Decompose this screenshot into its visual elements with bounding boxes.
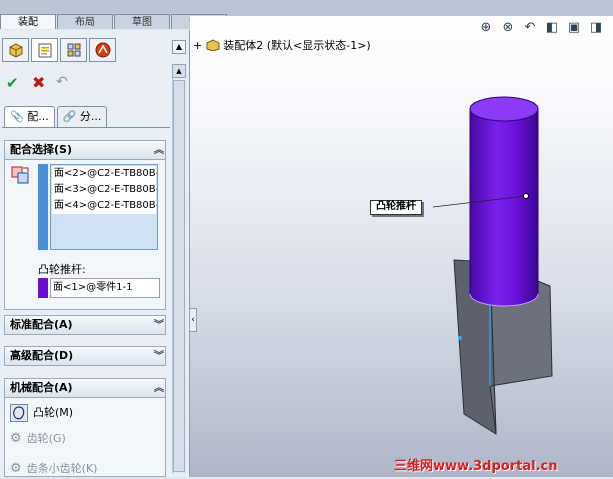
tab-analysis-label: 分... <box>79 110 102 123</box>
tab-layout[interactable]: 布局 <box>57 14 113 29</box>
configuration-icon <box>67 43 80 57</box>
cancel-button[interactable]: ✖ <box>32 73 45 92</box>
list-item[interactable]: 面<3>@C2-E-TB80B- <box>52 182 157 198</box>
collapse-chevron-icon[interactable]: ︽ <box>154 142 164 160</box>
tab-sketch[interactable]: 草图 <box>114 14 170 29</box>
dimxpert-manager-tab[interactable] <box>89 38 116 62</box>
paperclip-icon: 📎 <box>10 110 24 123</box>
cam-icon <box>10 404 28 422</box>
assembly-title-text: 装配体2 (默认<显示状态-1>) <box>223 39 371 52</box>
list-item[interactable]: 面<4>@C2-E-TB80B- <box>52 198 157 214</box>
selection-color-swatch <box>38 164 48 250</box>
feature-manager-tab[interactable] <box>2 38 29 62</box>
dimxpert-icon <box>95 42 110 58</box>
mate-option-cam[interactable]: 凸轮(M) <box>10 403 73 423</box>
cam-follower-field[interactable]: 面<1>@零件1-1 <box>50 278 160 298</box>
view-orientation-icon[interactable]: ▣ <box>566 20 582 36</box>
mate-entities-list[interactable]: 面<2>@C2-E-TB80B- 面<3>@C2-E-TB80B- 面<4>@C… <box>50 164 158 250</box>
site-watermark: 三维网www.3dportal.cn <box>394 459 558 474</box>
configuration-manager-tab[interactable] <box>60 38 87 62</box>
display-style-icon[interactable]: ◨ <box>588 20 604 36</box>
advanced-mates-header[interactable]: 高级配合(D) ︾ <box>4 346 166 366</box>
selection-marker <box>458 336 462 340</box>
property-sheet-icon <box>38 43 51 58</box>
assembly-title[interactable]: + 装配体2 (默认<显示状态-1>) <box>193 37 371 53</box>
standard-mates-title: 标准配合(A) <box>10 318 73 331</box>
section-view-icon[interactable]: ◧ <box>544 20 560 36</box>
graphics-area[interactable] <box>190 16 613 477</box>
feature-tree-icon <box>9 43 22 58</box>
zoom-area-icon[interactable]: ⊗ <box>500 20 516 36</box>
property-manager-tab[interactable] <box>31 38 58 62</box>
standard-mates-header[interactable]: 标准配合(A) ︾ <box>4 315 166 335</box>
mate-entities-icon <box>11 166 29 184</box>
list-item[interactable]: 面<2>@C2-E-TB80B- <box>52 166 157 182</box>
tab-assembly[interactable]: 装配 <box>0 14 56 29</box>
scroll-thumb[interactable] <box>173 80 185 472</box>
cam-follower-label: 凸轮推杆: <box>38 263 86 276</box>
manager-tabs <box>2 38 120 64</box>
expand-chevron-icon[interactable]: ︾ <box>154 317 164 335</box>
cylinder-top-face[interactable] <box>469 96 539 122</box>
cam-follower-cylinder[interactable] <box>469 108 539 307</box>
tab-mates[interactable]: 📎 配... <box>4 106 55 127</box>
ok-button[interactable]: ✔ <box>6 74 19 92</box>
scroll-up-button[interactable]: ▲ <box>172 64 186 78</box>
mechanical-mates-title: 机械配合(A) <box>10 381 73 394</box>
collapse-chevron-icon[interactable]: ︽ <box>154 380 164 398</box>
tab-analysis[interactable]: 🔗 分... <box>56 106 108 127</box>
undo-button[interactable]: ↶ <box>56 74 68 90</box>
mate-option-label: 齿条小齿轮(K) <box>26 462 98 475</box>
assembly-icon <box>206 39 224 52</box>
panel-splitter[interactable]: ‹ <box>189 308 197 332</box>
property-sub-tabs: 📎 配... 🔗 分... <box>4 106 108 128</box>
mate-option-label: 凸轮(M) <box>33 406 74 419</box>
zoom-to-fit-icon[interactable]: ⊕ <box>478 20 494 36</box>
cam-follower-callout[interactable]: 凸轮推杆 <box>370 200 422 215</box>
heads-up-view-toolbar: ⊕ ⊗ ↶ ◧ ▣ ◨ <box>478 20 604 36</box>
mechanical-mates-header[interactable]: 机械配合(A) ︽ <box>4 378 166 398</box>
advanced-mates-title: 高级配合(D) <box>10 349 74 362</box>
mate-option-gear[interactable]: ⚙ 齿轮(G) <box>10 429 66 449</box>
mate-option-label: 齿轮(G) <box>26 432 66 445</box>
mate-selection-title: 配合选择(S) <box>10 143 72 156</box>
tab-mates-label: 配... <box>27 110 49 123</box>
panel-collapse-button[interactable]: ▲ <box>172 40 186 54</box>
callout-anchor-point <box>523 193 529 199</box>
previous-view-icon[interactable]: ↶ <box>522 20 538 36</box>
model-3d-view[interactable] <box>190 16 613 477</box>
mate-selection-header[interactable]: 配合选择(S) ︽ <box>4 140 166 160</box>
expand-chevron-icon[interactable]: ︾ <box>154 348 164 366</box>
expand-plus-icon[interactable]: + <box>193 39 202 52</box>
tab-underline <box>2 127 170 128</box>
follower-color-swatch <box>38 278 48 298</box>
mate-option-rack-pinion[interactable]: ⚙ 齿条小齿轮(K) <box>10 459 97 479</box>
rack-pinion-icon: ⚙ <box>10 461 22 476</box>
chain-link-icon: 🔗 <box>62 110 77 123</box>
gear-icon: ⚙ <box>10 431 22 446</box>
